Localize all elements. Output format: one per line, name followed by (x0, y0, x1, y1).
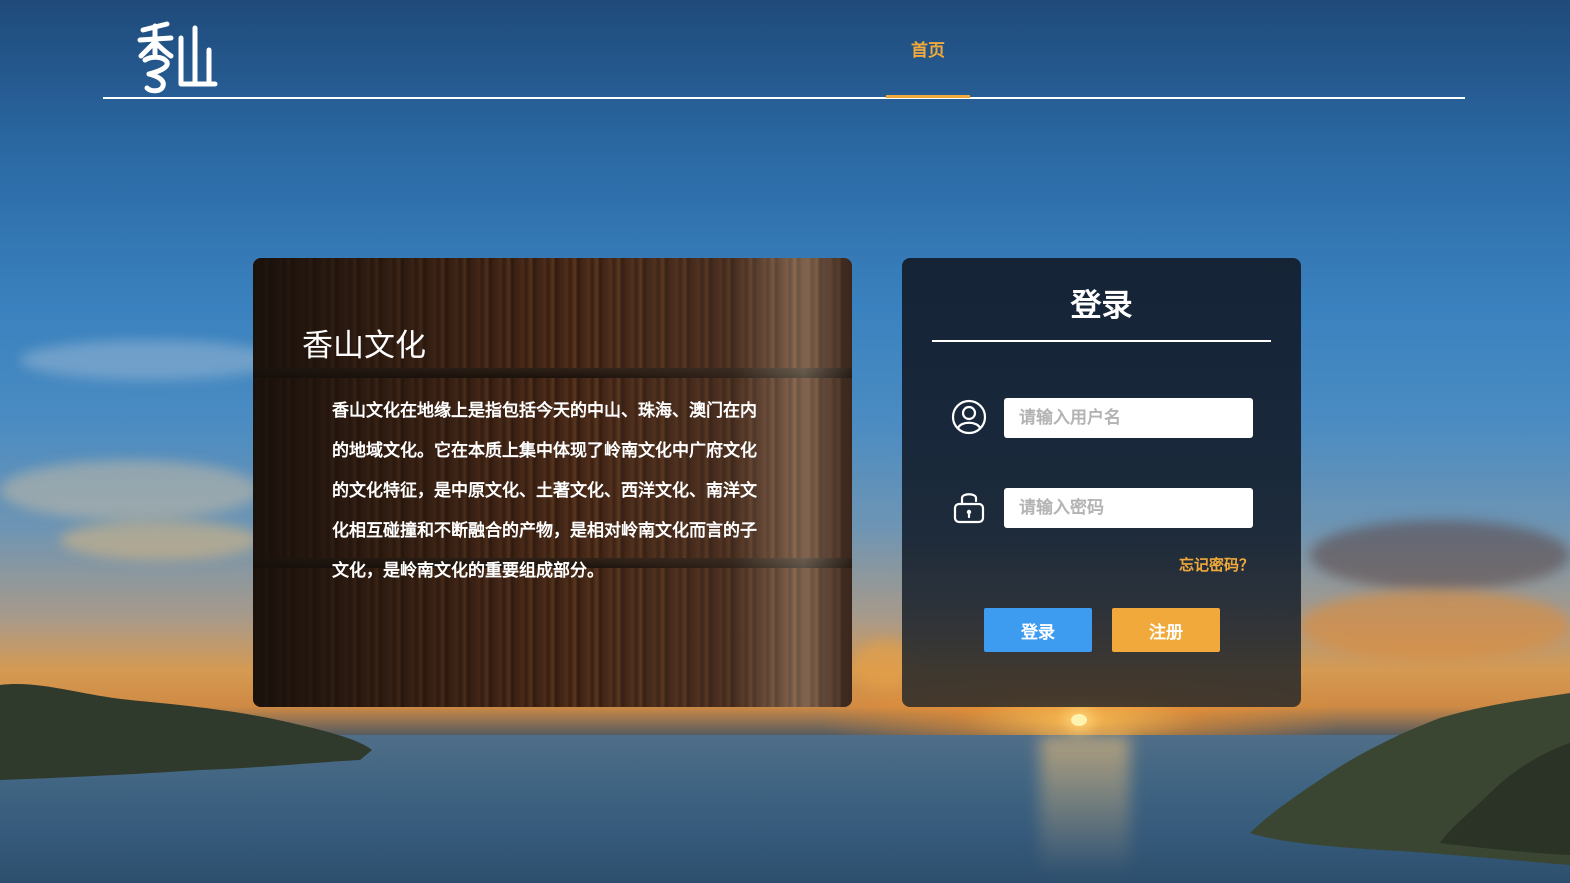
sun (1071, 714, 1087, 726)
register-button[interactable]: 注册 (1112, 608, 1220, 652)
login-card: 登录 忘记密码？ 登录 注册 (902, 258, 1301, 707)
username-input[interactable] (1004, 398, 1253, 438)
login-button[interactable]: 登录 (984, 608, 1092, 652)
lock-icon (953, 493, 985, 524)
background-cloud (60, 520, 260, 560)
background-cloud (0, 460, 260, 520)
right-headland (1250, 693, 1570, 865)
nav-active-indicator (886, 95, 970, 98)
intro-text: 香山文化在地缘上是指包括今天的中山、珠海、澳门在内的地域文化。它在本质上集中体现… (332, 401, 757, 581)
sun-reflection (1040, 735, 1130, 875)
top-navbar: 首页 (103, 0, 1465, 99)
nav-home[interactable]: 首页 (886, 0, 970, 97)
intro-card: 香山文化 香山文化在地缘上是指包括今天的中山、珠海、澳门在内的地域文化。它在本质… (253, 258, 852, 707)
login-title: 登录 (1070, 288, 1133, 324)
background-cloud (1300, 590, 1570, 660)
background-cloud (1310, 520, 1570, 590)
logo[interactable] (137, 20, 219, 94)
user-icon (951, 399, 987, 435)
password-input[interactable] (1004, 488, 1253, 528)
login-page: 首页 香山文化 香山文化在地缘上是指包括今天的中山、珠海、澳门在内的地域文化。它… (0, 0, 1570, 883)
login-divider (932, 340, 1271, 342)
forgot-password-link[interactable]: 忘记密码？ (1179, 554, 1254, 575)
intro-title: 香山文化 (302, 328, 426, 364)
background-cloud (20, 340, 280, 380)
